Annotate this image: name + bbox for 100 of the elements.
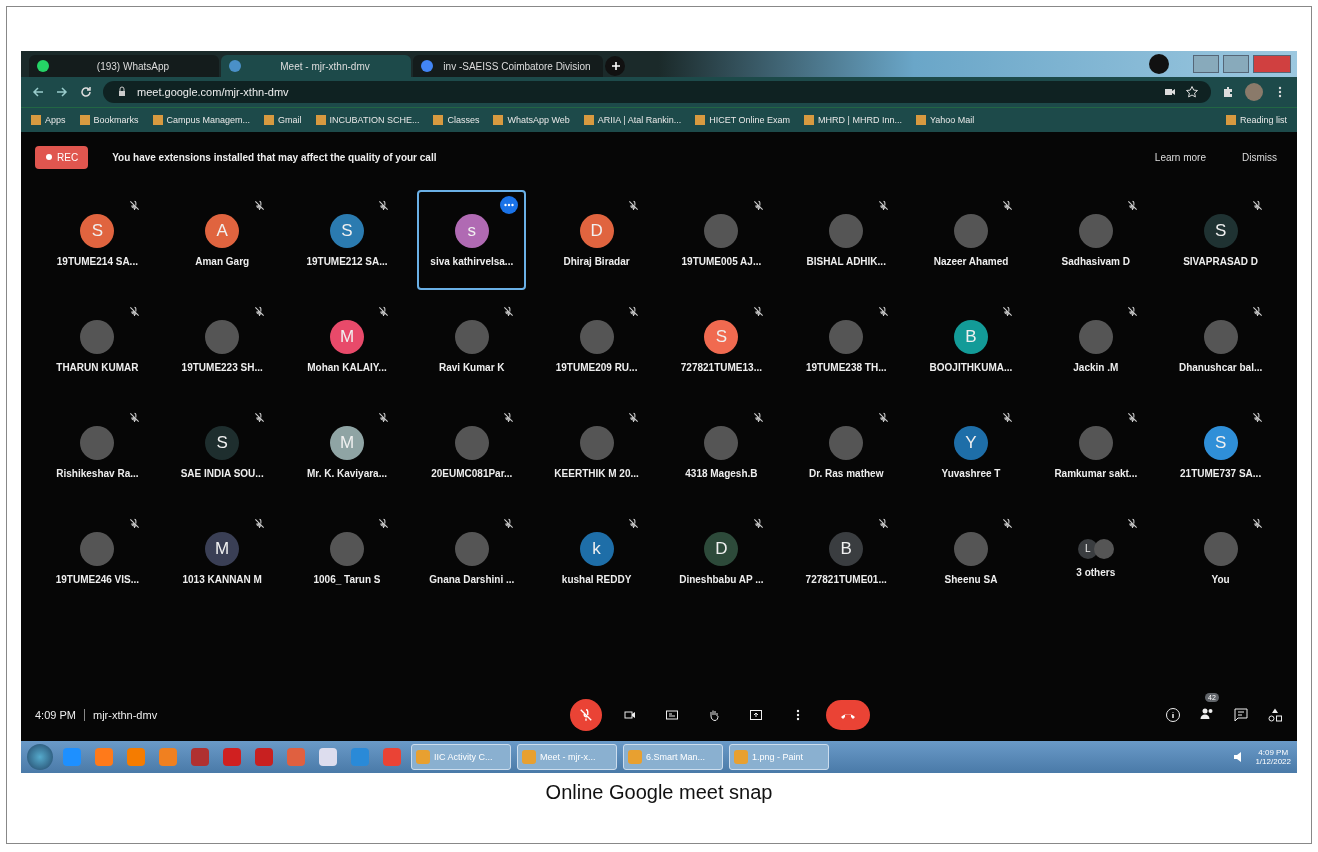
- profile-photo-placeholder: [1203, 319, 1238, 354]
- participant-tile[interactable]: You: [1166, 508, 1275, 608]
- puzzle-icon[interactable]: [1221, 85, 1235, 99]
- participant-tile[interactable]: M Mr. K. Kaviyara...: [292, 402, 402, 502]
- bookmark-link[interactable]: ARIIA | Atal Rankin...: [583, 115, 682, 125]
- profile-photo-placeholder: [829, 213, 864, 248]
- participant-tile[interactable]: Ravi Kumar K: [417, 296, 527, 396]
- participant-tile[interactable]: Y Yuvashree T: [916, 402, 1026, 502]
- participant-tile[interactable]: Rishikeshav Ra...: [43, 402, 152, 502]
- participant-name: You: [1211, 573, 1230, 585]
- participant-tile[interactable]: KEERTHIK M 20...: [542, 402, 651, 502]
- participant-name: 3 others: [1076, 566, 1116, 578]
- participant-tile[interactable]: Gnana Darshini ...: [417, 508, 527, 608]
- participant-tile[interactable]: 20EUMC081Par...: [417, 402, 527, 502]
- letter-avatar: S: [205, 425, 240, 460]
- muted-mic-icon: [752, 200, 764, 211]
- participant-tile[interactable]: Nazeer Ahamed: [916, 190, 1026, 290]
- participant-tile[interactable]: 1006_ Tarun S: [292, 508, 402, 608]
- participant-tile[interactable]: S SAE INDIA SOU...: [167, 402, 277, 502]
- participant-tile[interactable]: Sadhasivam D: [1041, 190, 1151, 290]
- microphone-off-button[interactable]: [570, 699, 602, 731]
- participant-tile[interactable]: M 1013 KANNAN M: [167, 508, 277, 608]
- bookmark-link[interactable]: HICET Online Exam: [695, 115, 791, 125]
- participant-tile[interactable]: 19TUME209 RU...: [542, 296, 651, 396]
- muted-mic-icon: [1252, 306, 1263, 317]
- profile-photo-placeholder: [80, 319, 115, 354]
- participant-tile[interactable]: Sheenu SA: [916, 508, 1026, 608]
- participant-tile[interactable]: L 3 others: [1041, 508, 1151, 608]
- letter-avatar: k: [579, 531, 614, 566]
- browser-tab[interactable]: (193) WhatsApp: [29, 55, 219, 77]
- participant-tile[interactable]: 4318 Magesh.B: [667, 402, 776, 502]
- dismiss-link[interactable]: Dismiss: [1236, 150, 1283, 164]
- chat-icon[interactable]: [1233, 707, 1249, 723]
- participant-tile[interactable]: A Aman Garg: [167, 190, 277, 290]
- participant-tile[interactable]: k kushal REDDY: [542, 508, 651, 608]
- participant-tile[interactable]: S 19TUME214 SA...: [43, 190, 152, 290]
- participant-tile[interactable]: D Dineshbabu AP ...: [667, 508, 776, 608]
- bookmark-link[interactable]: Classes: [433, 115, 480, 125]
- letter-avatar: S: [1203, 425, 1238, 460]
- participant-tile[interactable]: D Dhiraj Biradar: [542, 190, 651, 290]
- bookmark-link[interactable]: MHRD | MHRD Inn...: [804, 115, 902, 125]
- bookmark-link[interactable]: INCUBATION SCHE...: [315, 115, 420, 125]
- letter-avatar: S: [330, 213, 364, 248]
- participant-name: 727821TUME01...: [805, 573, 887, 585]
- participant-tile[interactable]: 19TUME238 TH...: [791, 296, 901, 396]
- more-options-icon[interactable]: [500, 196, 519, 214]
- muted-mic-icon: [378, 200, 390, 211]
- participant-tile[interactable]: M Mohan KALAIY...: [292, 296, 402, 396]
- muted-mic-icon: [503, 518, 515, 529]
- participant-name: Dhiraj Biradar: [563, 255, 630, 267]
- browser-tab[interactable]: Meet - mjr-xthn-dmv: [221, 55, 411, 77]
- letter-avatar: L: [1077, 538, 1098, 559]
- participant-tile[interactable]: 19TUME223 SH...: [167, 296, 277, 396]
- forward-icon[interactable]: [55, 85, 69, 99]
- bookmark-link[interactable]: Apps: [31, 115, 66, 125]
- participant-tile[interactable]: Dhanushcar bal...: [1166, 296, 1275, 396]
- participant-tile[interactable]: THARUN KUMAR: [43, 296, 152, 396]
- profile-photo-placeholder: [829, 319, 864, 354]
- participant-tile[interactable]: B 727821TUME01...: [791, 508, 901, 608]
- end-call-button[interactable]: [826, 700, 870, 730]
- bookmark-link[interactable]: Gmail: [264, 115, 302, 125]
- extensions-warning: You have extensions installed that may affect the quality of your call: [112, 151, 438, 163]
- participant-tile[interactable]: 19TUME005 AJ...: [667, 190, 776, 290]
- shapes-icon[interactable]: [1267, 707, 1283, 723]
- muted-mic-icon: [128, 306, 140, 317]
- participant-tile[interactable]: BISHAL ADHIK...: [791, 190, 901, 290]
- bookmark-link[interactable]: Yahoo Mail: [915, 115, 975, 125]
- bookmark-link[interactable]: Campus Managem...: [152, 115, 251, 125]
- participant-tile[interactable]: S 19TUME212 SA...: [292, 190, 402, 290]
- muted-mic-icon: [877, 306, 889, 317]
- participant-name: 4318 Magesh.B: [685, 467, 758, 479]
- info-icon[interactable]: [1165, 707, 1181, 723]
- participant-name: 1013 KANNAN M: [182, 573, 262, 585]
- address-bar[interactable]: meet.google.com/mjr-xthn-dmv: [103, 81, 1211, 103]
- participant-tile[interactable]: 19TUME246 VIS...: [43, 508, 152, 608]
- learn-more-link[interactable]: Learn more: [1148, 150, 1212, 164]
- bookmark-link[interactable]: Bookmarks: [79, 115, 139, 125]
- profile-photo-placeholder: [1078, 213, 1113, 248]
- participant-tile[interactable]: Jackin .M: [1041, 296, 1151, 396]
- muted-mic-icon: [378, 306, 390, 317]
- participant-tile[interactable]: S 21TUME737 SA...: [1166, 402, 1275, 502]
- start-button[interactable]: [27, 744, 53, 770]
- muted-mic-icon: [1002, 412, 1014, 423]
- participant-tile[interactable]: S 727821TUME13...: [667, 296, 776, 396]
- participant-tile[interactable]: Ramkumar sakt...: [1041, 402, 1151, 502]
- profile-photo-placeholder: [954, 213, 988, 248]
- reload-icon[interactable]: [79, 85, 93, 99]
- participant-name: Rishikeshav Ra...: [56, 467, 139, 479]
- figure-caption: Online Google meet snap: [545, 781, 773, 804]
- star-icon[interactable]: [1185, 85, 1199, 99]
- new-tab-button[interactable]: [605, 56, 625, 76]
- reading-list-link[interactable]: Reading list: [1225, 115, 1287, 125]
- browser-tab[interactable]: inv -SAEISS Coimbatore Division: [413, 55, 603, 77]
- bookmark-link[interactable]: WhatsApp Web: [493, 115, 570, 125]
- participant-tile[interactable]: S SIVAPRASAD D: [1166, 190, 1275, 290]
- back-icon[interactable]: [31, 85, 45, 99]
- participant-name: 1006_ Tarun S: [313, 573, 381, 585]
- participant-tile[interactable]: Dr. Ras mathew: [791, 402, 901, 502]
- participant-tile[interactable]: B BOOJITHKUMA...: [916, 296, 1026, 396]
- participant-tile[interactable]: s siva kathirvelsa...: [417, 190, 527, 290]
